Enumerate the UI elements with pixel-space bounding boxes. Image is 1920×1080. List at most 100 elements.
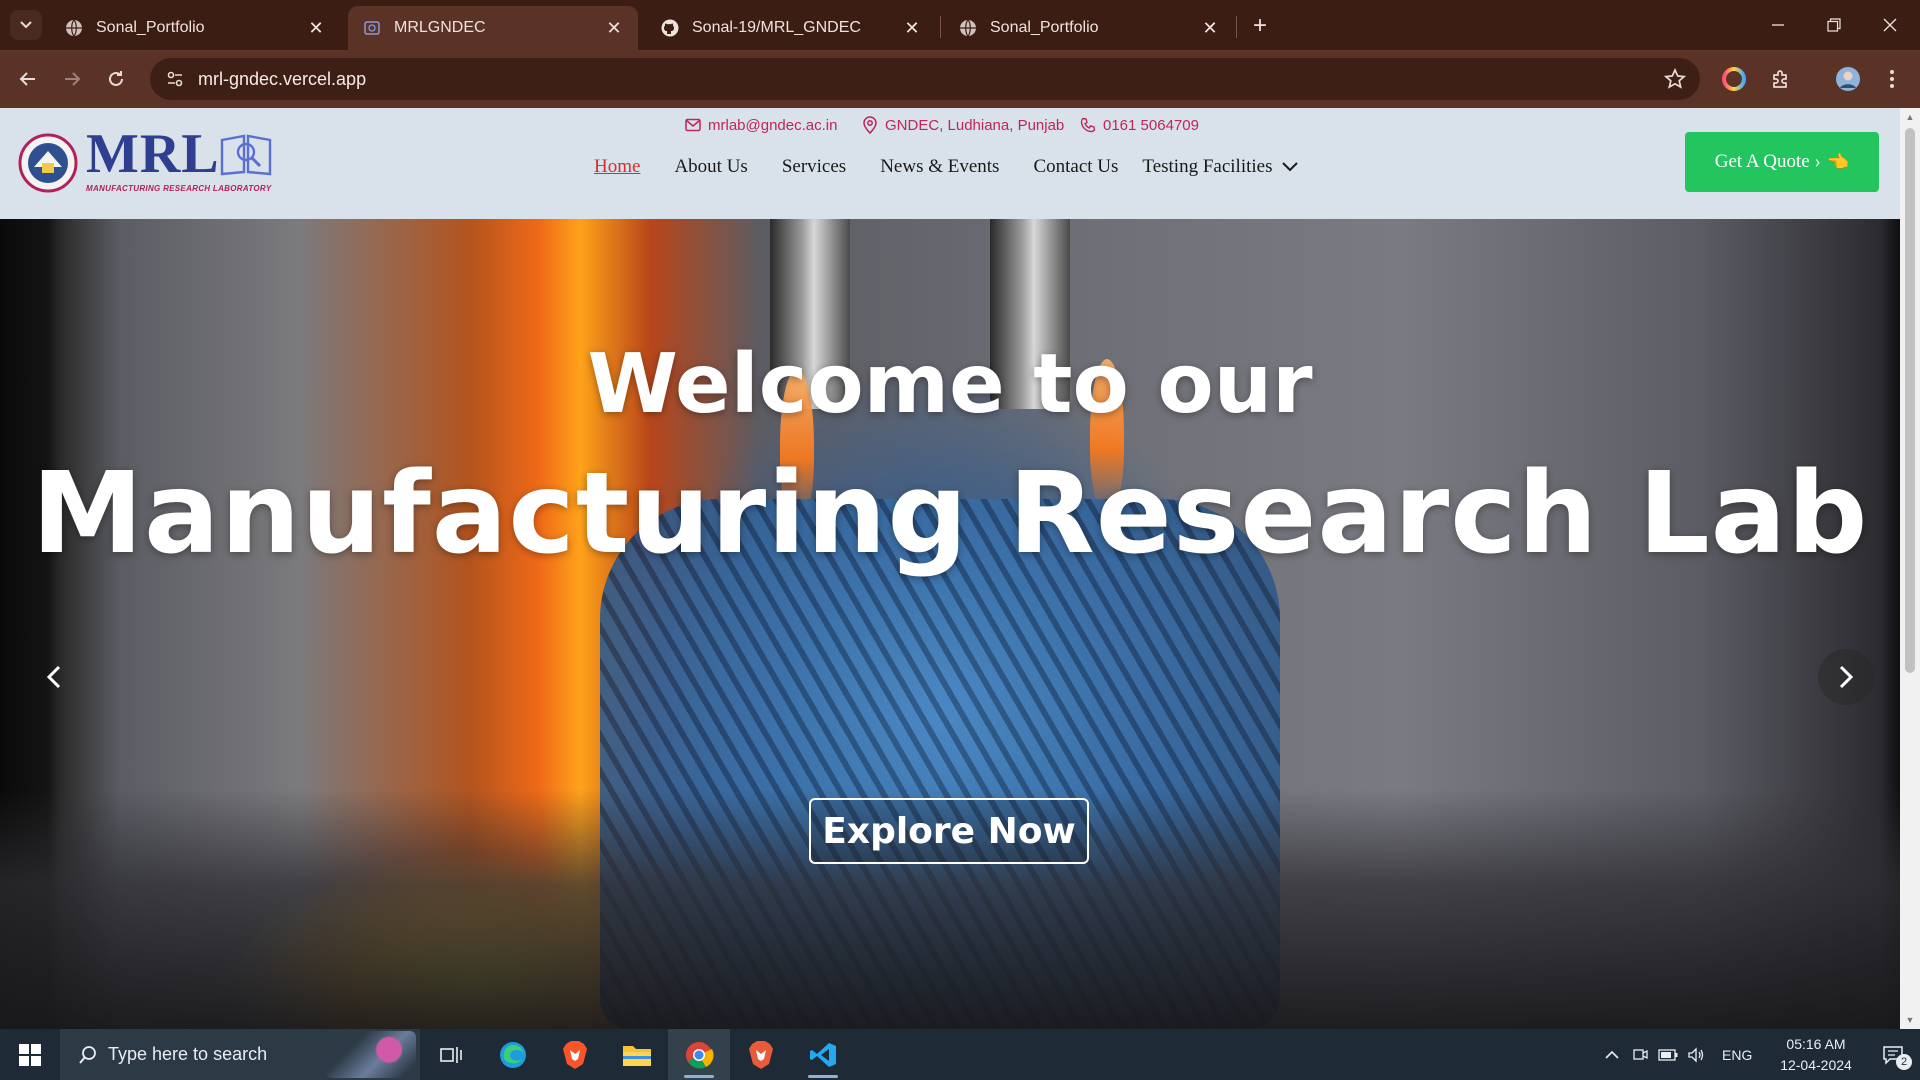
new-tab-button[interactable]: +: [1246, 12, 1274, 40]
notification-count-badge: 2: [1896, 1054, 1912, 1070]
bookmark-star-icon[interactable]: [1662, 66, 1688, 92]
tab-github-repo[interactable]: Sonal-19/MRL_GNDEC ✕: [646, 6, 936, 50]
github-icon: [660, 18, 680, 38]
search-highlight-image: [326, 1031, 416, 1078]
taskbar-search-box[interactable]: Type here to search: [60, 1029, 420, 1080]
chevron-down-icon: [1281, 158, 1299, 176]
reload-icon: [109, 71, 123, 86]
contact-email[interactable]: mrlab@gndec.ac.in: [684, 116, 837, 134]
clock-date: 12-04-2024: [1780, 1057, 1852, 1073]
college-emblem-icon: [18, 133, 78, 193]
contact-location: GNDEC, Ludhiana, Punjab: [861, 116, 1064, 134]
minimize-icon: [1772, 24, 1784, 26]
restore-button[interactable]: [1812, 8, 1856, 42]
start-button[interactable]: [0, 1029, 60, 1080]
contact-phone[interactable]: 0161 5064709: [1079, 116, 1199, 134]
hero-heading-line1: Welcome to our: [587, 337, 1313, 432]
tab-search-button[interactable]: [10, 10, 42, 40]
contact-phone-text: 0161 5064709: [1103, 116, 1199, 134]
nav-testing-facilities[interactable]: Testing Facilities: [1142, 156, 1298, 178]
pointing-hand-icon: 👈: [1826, 151, 1850, 172]
nav-about-us[interactable]: About Us: [674, 156, 747, 178]
tab-sonal-portfolio-2[interactable]: Sonal_Portfolio ✕: [944, 6, 1234, 50]
globe-icon: [958, 18, 978, 38]
nav-services[interactable]: Services: [782, 156, 846, 178]
windows-logo-icon: [19, 1043, 41, 1066]
tab-separator: [940, 16, 941, 38]
forward-button[interactable]: [56, 63, 88, 95]
chrome-icon[interactable]: [668, 1029, 730, 1080]
vscode-icon[interactable]: [792, 1029, 854, 1080]
edge-icon[interactable]: [482, 1029, 544, 1080]
close-tab-icon[interactable]: ✕: [306, 18, 326, 38]
brave-icon[interactable]: [730, 1029, 792, 1080]
back-button[interactable]: [12, 63, 44, 95]
chevron-right-icon: [1839, 665, 1854, 689]
contact-email-text: mrlab@gndec.ac.in: [708, 116, 838, 134]
extensions-puzzle-icon[interactable]: [1765, 63, 1797, 95]
meet-now-icon[interactable]: [1626, 1047, 1654, 1063]
site-logo[interactable]: MRL MANUFACTURING RESEARCH LABORATORY: [18, 123, 286, 198]
address-bar[interactable]: mrl-gndec.vercel.app: [150, 58, 1700, 100]
get-a-quote-button[interactable]: Get A Quote › 👈: [1685, 132, 1879, 192]
browser-tab-bar: Sonal_Portfolio ✕ MRLGNDEC ✕ Sonal-19/MR…: [0, 0, 1920, 50]
book-magnifier-icon: [220, 134, 272, 176]
nav-contact-us[interactable]: Contact Us: [1033, 156, 1118, 178]
windows-taskbar: Type here to search ENG 05:16 AM 12-04-2…: [0, 1029, 1920, 1080]
brand-block: MRL MANUFACTURING RESEARCH LABORATORY: [86, 123, 286, 198]
carousel-next-button[interactable]: [1818, 649, 1874, 705]
chevron-down-icon: [20, 21, 32, 29]
scroll-up-arrow[interactable]: ▲: [1905, 112, 1915, 122]
browser-menu-icon[interactable]: [1876, 63, 1908, 95]
chevron-left-icon: [46, 665, 61, 689]
scroll-down-arrow[interactable]: ▼: [1905, 1015, 1915, 1025]
arrow-right-icon: [65, 72, 81, 86]
explore-now-button[interactable]: Explore Now: [809, 798, 1089, 864]
globe-icon: [64, 18, 84, 38]
tab-mrlgndec[interactable]: MRLGNDEC ✕: [348, 6, 638, 50]
action-center-button[interactable]: 2: [1866, 1029, 1920, 1080]
scrollbar-thumb[interactable]: [1905, 128, 1915, 673]
logo-wordmark: MRL: [86, 123, 220, 185]
profile-avatar[interactable]: [1832, 63, 1864, 95]
site-header: MRL MANUFACTURING RESEARCH LABORATORY mr…: [0, 108, 1900, 219]
battery-icon[interactable]: [1654, 1048, 1682, 1061]
contact-location-text: GNDEC, Ludhiana, Punjab: [885, 116, 1065, 134]
nav-news-events[interactable]: News & Events: [880, 156, 999, 178]
close-tab-icon[interactable]: ✕: [1200, 18, 1220, 38]
close-tab-icon[interactable]: ✕: [902, 18, 922, 38]
volume-icon[interactable]: [1682, 1046, 1710, 1063]
main-navigation: Home About Us Services News & Events Con…: [594, 156, 1299, 178]
tab-separator: [1236, 16, 1237, 38]
minimize-button[interactable]: [1756, 8, 1800, 42]
search-icon: [68, 1045, 108, 1065]
mail-icon: [684, 116, 702, 134]
phone-icon: [1079, 116, 1097, 134]
mrl-favicon: [362, 18, 382, 38]
language-indicator[interactable]: ENG: [1722, 1047, 1752, 1063]
brave-icon[interactable]: [544, 1029, 606, 1080]
page-scrollbar[interactable]: ▲ ▼: [1900, 108, 1920, 1029]
arrow-left-icon: [19, 72, 35, 86]
logo-tagline: MANUFACTURING RESEARCH LABORATORY: [86, 184, 272, 193]
close-tab-icon[interactable]: ✕: [604, 18, 624, 38]
url-text: mrl-gndec.vercel.app: [198, 68, 367, 89]
map-pin-icon: [861, 116, 879, 134]
file-explorer-icon[interactable]: [606, 1029, 668, 1080]
nav-testing-facilities-label: Testing Facilities: [1142, 156, 1273, 177]
system-tray: ENG: [1598, 1029, 1752, 1080]
reload-button[interactable]: [100, 63, 132, 95]
carousel-prev-button[interactable]: [26, 649, 82, 705]
nav-home[interactable]: Home: [594, 156, 640, 178]
task-view-icon[interactable]: [420, 1029, 482, 1080]
close-icon: [1883, 18, 1897, 32]
site-info-icon[interactable]: [154, 58, 196, 100]
taskbar-search-placeholder: Type here to search: [108, 1044, 268, 1064]
chevron-up-icon[interactable]: [1598, 1050, 1626, 1060]
close-window-button[interactable]: [1868, 8, 1912, 42]
tab-title: Sonal_Portfolio: [96, 19, 205, 36]
taskbar-clock[interactable]: 05:16 AM 12-04-2024: [1766, 1034, 1866, 1076]
tab-sonal-portfolio-1[interactable]: Sonal_Portfolio ✕: [50, 6, 340, 50]
color-extension-icon[interactable]: [1718, 63, 1750, 95]
clock-time: 05:16 AM: [1786, 1036, 1846, 1052]
